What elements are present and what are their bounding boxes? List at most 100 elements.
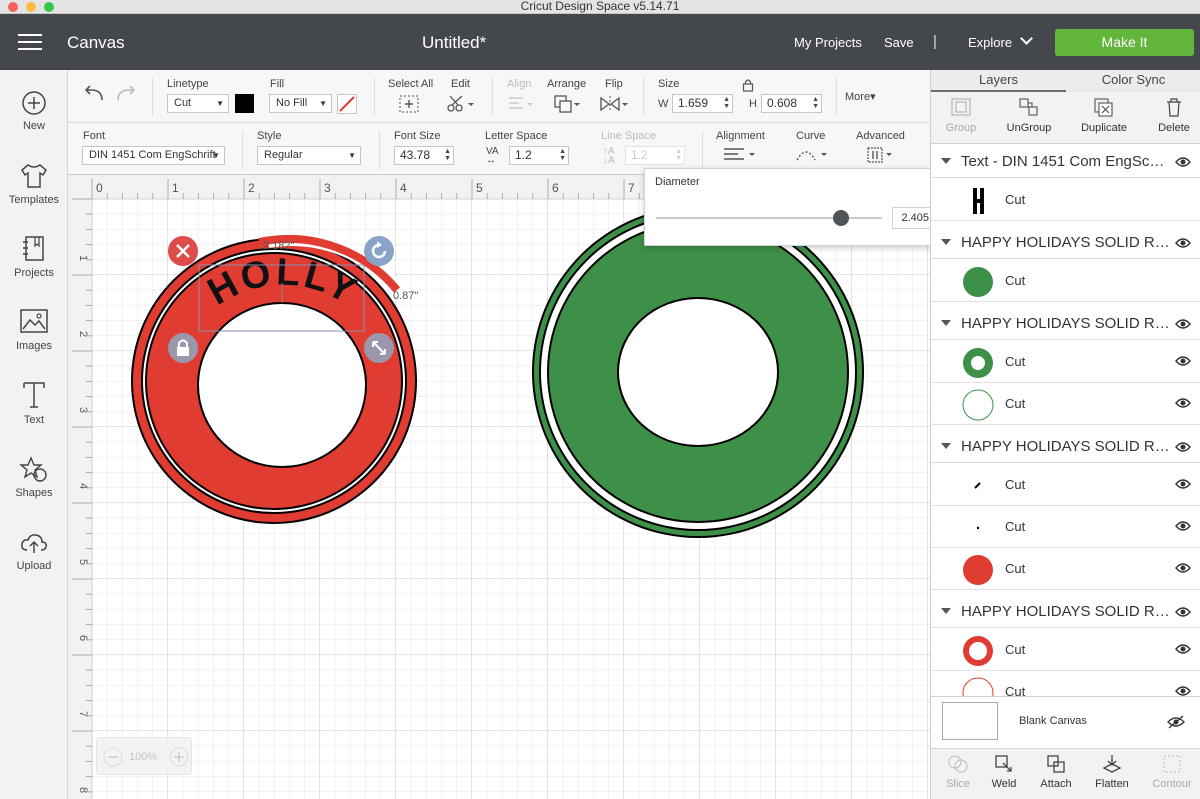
arrange-label: Arrange xyxy=(547,78,587,90)
collapse-triangle-icon[interactable] xyxy=(941,239,951,245)
collapse-triangle-icon[interactable] xyxy=(941,158,951,164)
delete-handle-icon[interactable] xyxy=(168,236,198,266)
layer-item[interactable]: Cut xyxy=(931,260,1200,302)
hamburger-menu-icon[interactable] xyxy=(18,34,42,50)
layer-group-header[interactable]: HAPPY HOLIDAYS SOLID RING xyxy=(931,227,1200,259)
zoom-in-icon[interactable] xyxy=(169,747,189,767)
make-it-button[interactable]: Make It xyxy=(1055,29,1194,56)
layer-item[interactable]: Cut xyxy=(931,179,1200,221)
eye-icon[interactable] xyxy=(1175,562,1191,574)
ungroup-button[interactable]: UnGroup xyxy=(999,97,1059,134)
text-align-icon[interactable] xyxy=(723,146,757,164)
lock-icon[interactable] xyxy=(742,78,754,92)
letter-space-icon: VA ↔ xyxy=(486,146,499,166)
collapse-triangle-icon[interactable] xyxy=(941,320,951,326)
nav-text[interactable]: Text xyxy=(0,380,68,426)
eye-icon[interactable] xyxy=(1175,237,1191,249)
layer-item[interactable]: Cut xyxy=(931,383,1200,425)
layer-item[interactable]: Cut xyxy=(931,506,1200,548)
line-space-input[interactable]: 1.2 ▲ ▼ xyxy=(625,146,685,165)
attach-button[interactable]: Attach xyxy=(1029,753,1083,790)
lock-handle-icon[interactable] xyxy=(168,333,198,363)
eye-icon[interactable] xyxy=(1175,606,1191,618)
layer-group-header[interactable]: HAPPY HOLIDAYS SOLID RING xyxy=(931,596,1200,628)
design-canvas[interactable]: 01234567 12345678 HOLLY 2.182" 0.87" xyxy=(68,175,930,799)
eye-hidden-icon[interactable] xyxy=(1167,715,1185,729)
green-ring-design[interactable] xyxy=(532,206,864,538)
group-button[interactable]: Group xyxy=(931,97,991,134)
nav-shapes[interactable]: Shapes xyxy=(0,455,68,499)
undo-icon[interactable] xyxy=(82,84,106,104)
edit-scissors-icon[interactable] xyxy=(446,94,476,114)
font-select[interactable]: DIN 1451 Com EngSchrift xyxy=(82,146,225,165)
blank-canvas-row[interactable]: Blank Canvas xyxy=(931,696,1200,748)
no-fill-swatch-icon[interactable] xyxy=(337,94,357,114)
fill-select[interactable]: No Fill xyxy=(269,94,332,113)
zoom-out-icon[interactable] xyxy=(103,747,123,767)
layer-group-header[interactable]: HAPPY HOLIDAYS SOLID RING xyxy=(931,431,1200,463)
diameter-slider-knob[interactable] xyxy=(833,210,850,226)
ungroup-icon xyxy=(1019,98,1038,116)
weld-button[interactable]: Weld xyxy=(977,753,1031,790)
nav-new[interactable]: New xyxy=(0,90,68,132)
outline-circle-thumb xyxy=(962,389,994,421)
eye-icon[interactable] xyxy=(1175,685,1191,696)
nav-new-label: New xyxy=(22,120,45,132)
window-title-bar: Cricut Design Space v5.14.71 xyxy=(0,0,1200,14)
redo-icon[interactable] xyxy=(114,84,138,104)
tab-layers[interactable]: Layers xyxy=(931,70,1066,92)
resize-handle-icon[interactable] xyxy=(364,333,394,363)
tab-color-sync[interactable]: Color Sync xyxy=(1066,70,1200,92)
linetype-color-swatch[interactable] xyxy=(235,94,254,113)
font-size-input[interactable]: 43.78 ▲ ▼ xyxy=(394,146,454,165)
nav-templates[interactable]: Templates xyxy=(0,162,68,206)
style-select[interactable]: Regular xyxy=(257,146,361,165)
eye-icon[interactable] xyxy=(1175,355,1191,367)
zoom-window-button[interactable] xyxy=(44,2,54,12)
nav-images[interactable]: Images xyxy=(0,308,68,352)
layer-item[interactable]: Cut xyxy=(931,464,1200,506)
layer-item[interactable]: Cut xyxy=(931,671,1200,696)
layer-item[interactable]: Cut xyxy=(931,629,1200,671)
flatten-button[interactable]: Flatten xyxy=(1085,753,1139,790)
my-projects-link[interactable]: My Projects xyxy=(794,35,862,50)
letter-space-input[interactable]: 1.2 ▲ ▼ xyxy=(509,146,569,165)
align-icon[interactable] xyxy=(506,94,534,114)
eye-icon[interactable] xyxy=(1175,441,1191,453)
eye-icon[interactable] xyxy=(1175,318,1191,330)
collapse-triangle-icon[interactable] xyxy=(941,443,951,449)
select-all-icon[interactable] xyxy=(398,94,420,114)
save-link[interactable]: Save xyxy=(884,35,914,50)
contour-button[interactable]: Contour xyxy=(1145,753,1199,790)
layer-group-header[interactable]: HAPPY HOLIDAYS SOLID RING xyxy=(931,308,1200,340)
rotate-handle-icon[interactable] xyxy=(364,236,394,266)
linetype-select[interactable]: Cut xyxy=(167,94,229,113)
arrange-icon[interactable] xyxy=(553,94,581,114)
more-button[interactable]: More▾ xyxy=(845,90,876,103)
blank-canvas-swatch[interactable] xyxy=(942,702,998,740)
explore-link[interactable]: Explore xyxy=(968,35,1012,50)
eye-icon[interactable] xyxy=(1175,643,1191,655)
nav-upload[interactable]: Upload xyxy=(0,530,68,572)
eye-icon[interactable] xyxy=(1175,520,1191,532)
layer-item[interactable]: Cut xyxy=(931,548,1200,590)
chevron-down-icon[interactable] xyxy=(1020,32,1033,45)
eye-icon[interactable] xyxy=(1175,156,1191,168)
eye-icon[interactable] xyxy=(1175,478,1191,490)
width-input[interactable]: 1.659 ▲ ▼ xyxy=(672,94,733,113)
minimize-window-button[interactable] xyxy=(26,2,36,12)
layer-item[interactable]: Cut xyxy=(931,341,1200,383)
weld-icon xyxy=(995,755,1012,772)
canvas-drawing[interactable]: 01234567 12345678 HOLLY 2.182" 0.87" xyxy=(68,175,930,799)
curve-text-icon[interactable] xyxy=(795,146,829,164)
height-input[interactable]: 0.608 ▲ ▼ xyxy=(761,94,822,113)
collapse-triangle-icon[interactable] xyxy=(941,608,951,614)
flip-icon[interactable] xyxy=(599,94,629,114)
advanced-icon[interactable] xyxy=(867,146,895,164)
close-window-button[interactable] xyxy=(8,2,18,12)
nav-projects[interactable]: Projects xyxy=(0,235,68,279)
delete-button[interactable]: Delete xyxy=(1144,97,1200,134)
eye-icon[interactable] xyxy=(1175,397,1191,409)
layer-group-header[interactable]: Text - DIN 1451 Com EngSchrift xyxy=(931,146,1200,178)
duplicate-button[interactable]: Duplicate xyxy=(1074,97,1134,134)
